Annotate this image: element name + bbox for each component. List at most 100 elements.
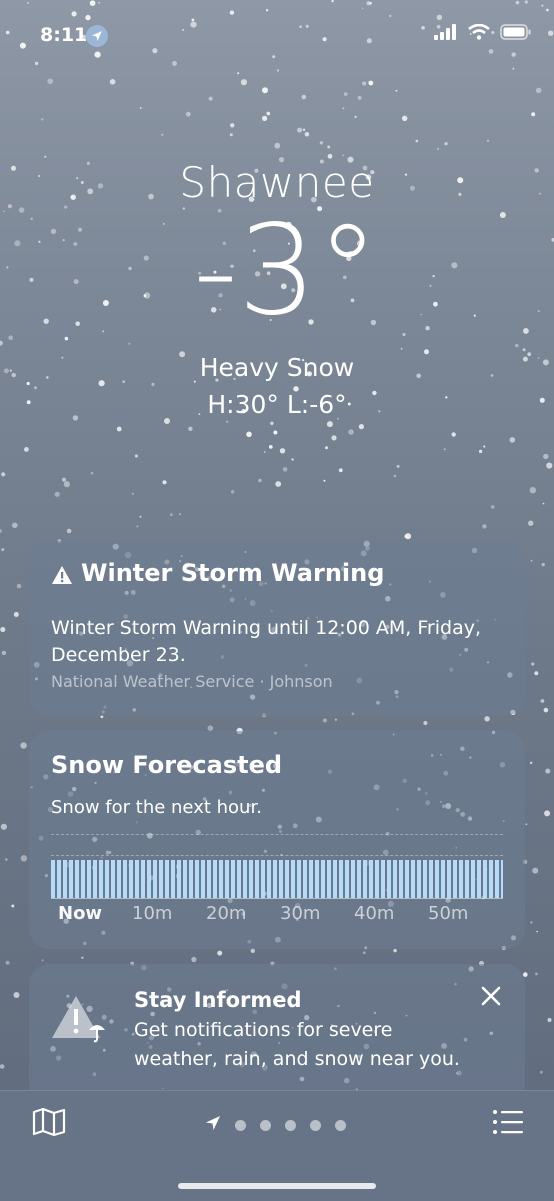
snowflake bbox=[302, 128, 306, 131]
snowflake bbox=[185, 111, 191, 117]
snowflake bbox=[363, 951, 366, 954]
snowflake bbox=[423, 721, 428, 725]
snowflake bbox=[389, 14, 392, 17]
snowflake bbox=[250, 948, 255, 953]
snowflake bbox=[230, 490, 235, 494]
snowflake bbox=[484, 716, 490, 722]
snowflake bbox=[5, 858, 8, 861]
page-dot[interactable] bbox=[335, 1119, 346, 1131]
snowflake bbox=[396, 464, 400, 468]
snowflake bbox=[512, 67, 515, 70]
snowflake bbox=[541, 562, 545, 567]
snowflake bbox=[326, 421, 333, 428]
snowflake bbox=[541, 4, 544, 7]
snowflake bbox=[342, 107, 345, 110]
snowflake bbox=[34, 61, 39, 66]
snowflake bbox=[348, 429, 354, 435]
snowflake bbox=[16, 583, 22, 589]
snowflake bbox=[274, 142, 281, 149]
snowflake bbox=[319, 141, 324, 145]
page-indicator[interactable] bbox=[205, 1115, 346, 1135]
snowflake bbox=[525, 823, 528, 826]
snowflake bbox=[515, 0, 520, 5]
snowflake bbox=[542, 502, 545, 505]
close-icon[interactable] bbox=[479, 984, 503, 1008]
alert-umbrella-icon bbox=[51, 994, 113, 1048]
snowflake bbox=[136, 525, 139, 528]
snowflake bbox=[275, 481, 282, 487]
snowflake bbox=[358, 424, 364, 430]
snowflake bbox=[482, 524, 487, 529]
chart-axis bbox=[51, 898, 503, 899]
snowflake bbox=[90, 471, 94, 475]
snowflake bbox=[415, 139, 419, 143]
snowflake bbox=[89, 0, 96, 6]
page-dot[interactable] bbox=[285, 1119, 296, 1131]
snowflake bbox=[331, 435, 337, 441]
snowflake bbox=[66, 528, 72, 534]
snowflake bbox=[13, 612, 19, 617]
precipitation-card[interactable]: Snow Forecasted Snow for the next hour. … bbox=[29, 731, 525, 949]
snowflake bbox=[162, 480, 167, 485]
snowflake bbox=[531, 112, 536, 117]
wifi-icon bbox=[468, 23, 490, 44]
snowflake bbox=[491, 505, 495, 509]
cellular-signal-icon bbox=[434, 24, 458, 44]
snowflake bbox=[366, 1, 371, 6]
tick-label: 50m bbox=[428, 903, 469, 924]
notification-prompt-card[interactable]: Stay Informed Get notifications for seve… bbox=[29, 964, 525, 1104]
snowflake bbox=[1, 472, 6, 477]
snowflake bbox=[272, 55, 276, 59]
snowflake bbox=[536, 930, 538, 933]
snowflake bbox=[1, 650, 7, 656]
snowflake bbox=[301, 94, 307, 100]
list-icon[interactable] bbox=[492, 1109, 524, 1139]
precipitation-bars bbox=[51, 860, 503, 898]
snowflake bbox=[262, 87, 268, 94]
location-arrow-icon[interactable] bbox=[205, 1115, 221, 1135]
snowflake bbox=[26, 1, 30, 4]
precipitation-subtitle: Snow for the next hour. bbox=[51, 797, 262, 818]
snowflake bbox=[369, 1, 373, 5]
snowflake bbox=[276, 69, 279, 72]
snowflake bbox=[404, 535, 408, 538]
map-icon[interactable] bbox=[32, 1107, 66, 1141]
snowflake bbox=[395, 89, 398, 92]
snowflake bbox=[258, 478, 262, 483]
snowflake bbox=[327, 145, 331, 149]
snowflake bbox=[262, 115, 268, 121]
status-bar: 8:11 bbox=[0, 18, 554, 54]
snowflake bbox=[116, 426, 122, 432]
page-dot[interactable] bbox=[260, 1119, 271, 1131]
snowflake bbox=[546, 462, 553, 469]
snowflake bbox=[544, 810, 551, 817]
snowflake bbox=[362, 81, 367, 86]
snowflake bbox=[297, 127, 303, 133]
tick-label: 10m bbox=[132, 903, 173, 924]
tick-label: 20m bbox=[206, 903, 247, 924]
page-dot[interactable] bbox=[235, 1119, 246, 1131]
snowflake bbox=[266, 111, 271, 116]
snowflake bbox=[539, 1070, 543, 1074]
snowflake bbox=[331, 0, 334, 3]
snowflake bbox=[268, 445, 273, 449]
snowflake bbox=[98, 2, 100, 4]
snowflake bbox=[543, 453, 549, 460]
snowflake bbox=[191, 956, 197, 963]
page-dot[interactable] bbox=[310, 1119, 321, 1131]
snowflake bbox=[62, 477, 66, 482]
snowflake bbox=[524, 0, 528, 4]
snowflake bbox=[546, 8, 549, 12]
tick-label: 40m bbox=[354, 903, 395, 924]
snowflake bbox=[0, 529, 2, 533]
snowflake bbox=[534, 671, 539, 676]
snowflake bbox=[12, 522, 18, 529]
snowflake bbox=[139, 515, 142, 518]
snowflake bbox=[5, 960, 10, 965]
bottom-toolbar bbox=[0, 1090, 554, 1201]
severe-weather-alert-card[interactable]: Winter Storm Warning Winter Storm Warnin… bbox=[29, 541, 525, 716]
snowflake bbox=[334, 718, 337, 721]
prompt-body: Get notifications for severe weather, ra… bbox=[134, 1019, 460, 1070]
snowflake bbox=[230, 123, 235, 128]
snowflake bbox=[169, 513, 173, 517]
